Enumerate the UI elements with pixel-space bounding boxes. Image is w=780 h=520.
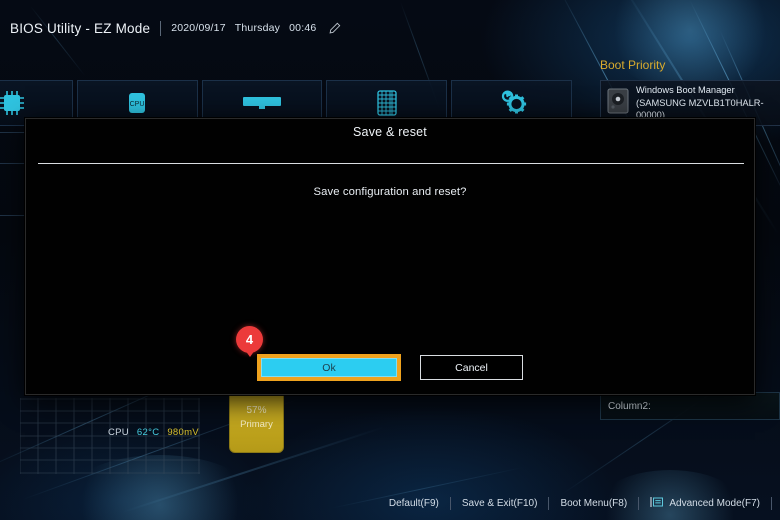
footer-item-boot-menu[interactable]: Boot Menu(F8) [549,498,638,509]
advanced-mode-icon [650,497,664,510]
cpu-readout-label: CPU [108,427,129,438]
save-and-reset-dialog: Save & reset Save configuration and rese… [25,118,755,395]
grid-fan-icon [377,90,397,116]
column2-label: Column2: [608,400,651,412]
cpu-voltage-value: 980mV [167,427,199,438]
ok-button[interactable]: Ok [261,358,397,377]
top-bar: BIOS Utility - EZ Mode 2020/09/17 Thursd… [0,0,780,56]
cpu-temperature-value: 62°C [136,427,160,438]
svg-text:CPU: CPU [130,101,145,108]
system-date: 2020/09/17 [171,22,226,34]
divider [160,20,162,36]
pencil-icon[interactable] [328,22,341,35]
fan-name: Primary [240,419,273,430]
footer-item-save-exit[interactable]: Save & Exit(F10) [451,498,549,509]
footer-item-advanced-mode-label: Advanced Mode(F7) [669,498,760,509]
cpu-readout: CPU 62°C 980mV [108,427,199,438]
divider [771,497,772,510]
boot-device-name[interactable]: Windows Boot Manager (SAMSUNG MZVLB1T0HA… [636,84,779,122]
page-title: BIOS Utility - EZ Mode [10,20,151,36]
dialog-message: Save configuration and reset? [313,186,467,198]
fan-speed-percent: 57% [246,405,267,416]
boot-priority-heading: Boot Priority [600,58,666,72]
background-glow [590,470,750,520]
dialog-actions: 4 Ok Cancel [26,326,754,381]
dialog-divider [38,163,744,164]
footer-item-default[interactable]: Default(F9) [378,498,450,509]
footer-item-advanced-mode[interactable]: Advanced Mode(F7) [639,497,771,510]
cancel-button[interactable]: Cancel [420,355,523,380]
hard-disk-icon [607,88,629,119]
gears-icon [501,90,526,114]
step-badge: 4 [236,326,263,357]
dialog-title: Save & reset [353,125,427,139]
system-time: 00:46 [289,22,317,34]
cpu-icon: CPU [129,93,146,113]
footer-shortcuts: Default(F9) Save & Exit(F10) Boot Menu(F… [0,497,780,510]
memory-module-icon [242,97,281,109]
system-weekday: Thursday [234,22,281,34]
column2-panel: Column2: [600,392,780,420]
ok-button-highlight: 4 Ok [236,326,401,381]
chip-icon [0,91,25,115]
